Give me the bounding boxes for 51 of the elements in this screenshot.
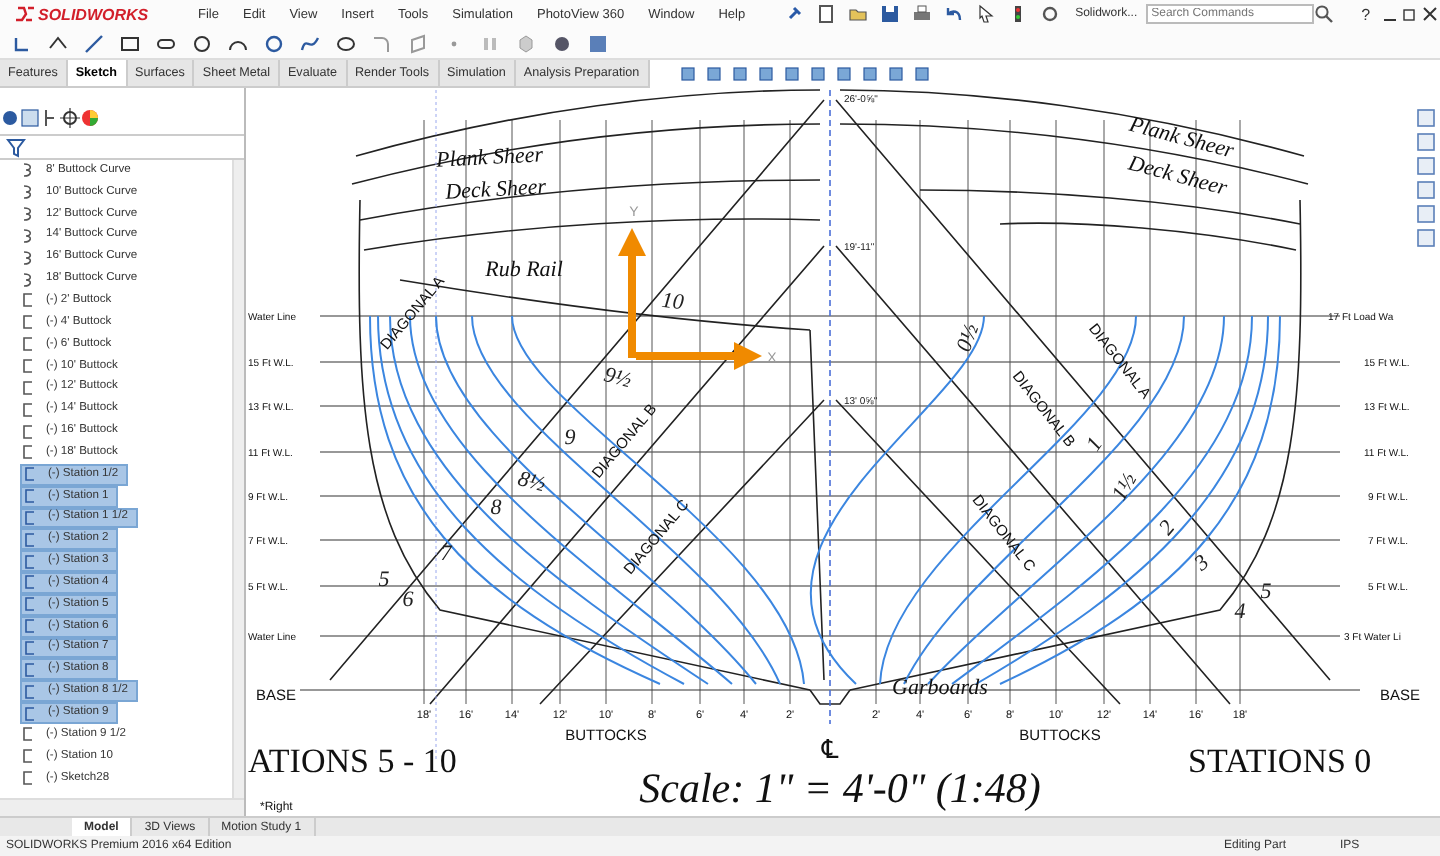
sphere-icon[interactable] [552,33,572,53]
app-logo: SOLIDWORKS [38,5,149,23]
crosshair-icon[interactable] [60,108,80,128]
select-icon[interactable] [975,4,996,24]
vertical-scrollbar[interactable] [232,160,244,798]
undo-icon[interactable] [943,4,964,24]
heading-label: ATIONS 5 - 10 [248,742,457,780]
heading-label: STATIONS 0 [1188,742,1372,780]
centerline-label: ℄ [821,736,839,766]
new-document-icon[interactable] [815,4,836,24]
help-button[interactable]: ? [1361,5,1371,23]
station-number: 9 [564,426,576,450]
note-label: Deck Sheer [444,175,547,205]
station-number: 1½ [1107,469,1143,505]
logo-icon [16,6,34,22]
fillet-icon[interactable] [372,33,392,53]
station-number: 10 [660,288,685,316]
station-number: 2 [1154,516,1181,541]
station-number: 9½ [601,363,634,394]
ellipse-icon[interactable] [336,33,356,53]
note-label: Plank Sheer [435,143,544,173]
property-manager-icon[interactable] [20,108,40,128]
station-number: 5 [378,568,390,592]
filter-icon[interactable] [6,137,26,157]
spline-icon[interactable] [300,33,320,53]
station-number: 7 [440,542,452,566]
station-number: 6 [402,588,414,612]
slot-icon[interactable] [156,33,176,53]
plane-icon[interactable] [408,33,428,53]
horizontal-scrollbar[interactable] [0,798,244,816]
close-icon[interactable] [1420,4,1440,24]
station-number: 8½ [515,467,548,498]
note-label: Garboards [892,676,988,700]
feature-manager-icon[interactable] [0,108,20,128]
rectangle-icon[interactable] [120,33,140,53]
search-icon[interactable] [1313,4,1334,24]
station-number: 0½ [952,320,985,355]
scale-label: Scale: 1" = 4'-0" (1:48) [639,764,1041,812]
open-folder-icon[interactable] [847,4,868,24]
line-icon[interactable] [84,33,104,53]
station-number: 5 [1260,580,1272,604]
restore-icon[interactable] [1400,4,1420,24]
print-icon[interactable] [911,4,932,24]
station-number: 1 [1082,433,1109,456]
station-number: 4 [1234,600,1246,624]
station-number: 8 [490,496,502,520]
circle-icon[interactable] [192,33,212,53]
axis-triad-drawing [618,228,762,370]
save-icon[interactable] [879,4,900,24]
note-label: Rub Rail [485,258,563,282]
station-number: 3 [1190,550,1215,577]
